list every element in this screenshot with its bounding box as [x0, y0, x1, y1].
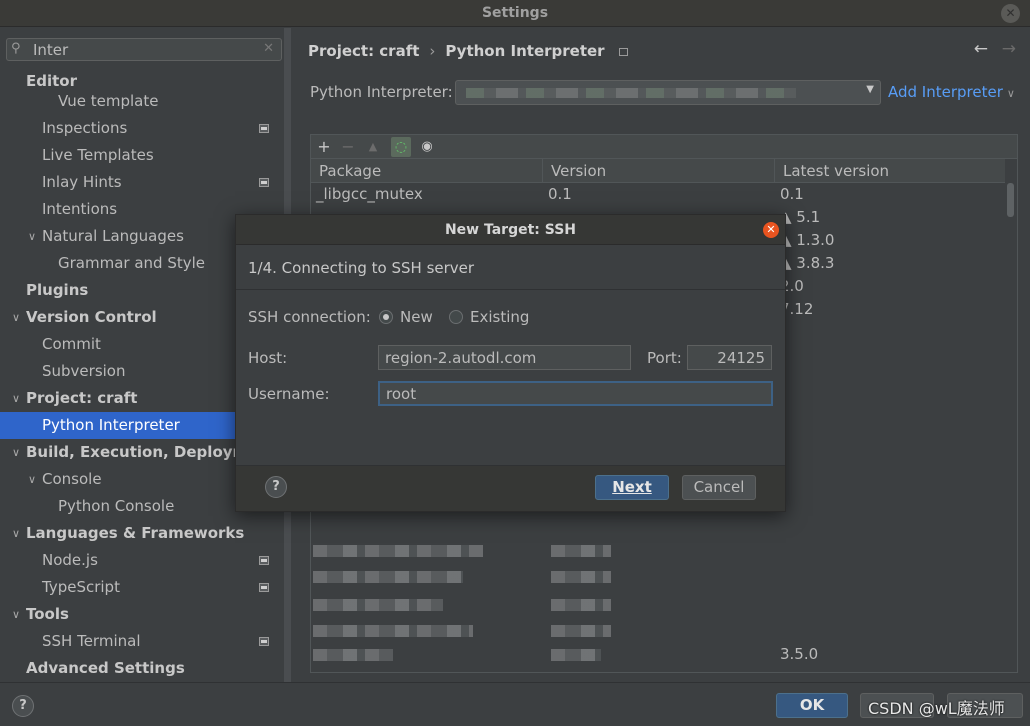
radio-new[interactable]	[379, 310, 393, 324]
redacted-package-name	[313, 625, 473, 637]
breadcrumb: Project: craft › Python Interpreter	[308, 40, 628, 62]
chevron-down-icon[interactable]: ∨	[25, 223, 39, 250]
project-scope-icon	[618, 47, 628, 56]
scrollbar-thumb[interactable]	[1007, 183, 1014, 217]
project-scope-icon	[259, 637, 269, 646]
chevron-down-icon[interactable]: ∨	[9, 304, 23, 331]
chevron-down-icon[interactable]: ∨	[9, 520, 23, 547]
radio-existing[interactable]	[449, 310, 463, 324]
cancel-button[interactable]: Cancel	[682, 475, 756, 500]
sidebar-item-vue-template[interactable]: Vue template	[0, 88, 285, 115]
redacted-package-version	[551, 599, 611, 611]
port-field[interactable]	[687, 345, 772, 370]
host-field[interactable]	[378, 345, 631, 370]
redacted-interpreter-path	[466, 88, 796, 98]
breadcrumb-separator: ›	[429, 42, 436, 60]
project-scope-icon	[259, 583, 269, 592]
sidebar-item-typescript[interactable]: TypeScript	[0, 574, 285, 601]
remove-package-icon[interactable]: −	[338, 137, 358, 157]
redacted-package-version	[551, 571, 611, 583]
new-target-ssh-dialog: New Target: SSH ✕ 1/4. Connecting to SSH…	[235, 214, 786, 512]
redacted-package-name	[313, 571, 463, 583]
column-header-version[interactable]: Version	[543, 159, 775, 183]
upgrade-package-icon[interactable]: ▲	[363, 137, 383, 157]
sidebar-item-languages-frameworks[interactable]: ∨ Languages & Frameworks	[0, 520, 285, 547]
redacted-package-name	[313, 545, 483, 557]
interpreter-label: Python Interpreter:	[310, 83, 453, 101]
sidebar-item-tools[interactable]: ∨ Tools	[0, 601, 285, 628]
redacted-package-version	[551, 625, 611, 637]
packages-toolbar: + − ▲ ◌ ◉	[310, 134, 1018, 158]
back-arrow-icon[interactable]: ←	[974, 39, 988, 59]
dialog-titlebar: New Target: SSH ✕	[236, 215, 785, 245]
dialog-divider	[236, 289, 785, 290]
sidebar-item-inlay-hints[interactable]: Inlay Hints	[0, 169, 285, 196]
dialog-close-icon[interactable]: ✕	[763, 222, 779, 238]
sidebar-item-advanced-settings[interactable]: Advanced Settings	[0, 655, 285, 682]
interpreter-select[interactable]: ▼	[455, 80, 881, 105]
packages-scrollbar[interactable]	[1005, 183, 1017, 672]
chevron-down-icon: ∨	[1006, 87, 1015, 100]
breadcrumb-current: Python Interpreter	[445, 42, 605, 60]
host-label: Host:	[248, 349, 288, 367]
search-input[interactable]	[33, 40, 263, 59]
show-eye-icon[interactable]: ◉	[417, 137, 437, 157]
username-field[interactable]	[378, 381, 773, 406]
redacted-package-name	[313, 599, 443, 611]
settings-footer: ? OK CSDN @wL魔法师	[0, 682, 1030, 726]
dialog-footer: ? Next Cancel	[236, 465, 785, 511]
dialog-title: New Target: SSH	[444, 222, 577, 238]
window-title: Settings	[481, 5, 549, 21]
dialog-step-heading: 1/4. Connecting to SSH server	[248, 259, 475, 277]
settings-search[interactable]: ⚲ ✕	[6, 38, 282, 61]
add-package-icon[interactable]: +	[314, 137, 334, 157]
ok-button[interactable]: OK	[776, 693, 848, 718]
breadcrumb-parent[interactable]: Project: craft	[308, 42, 419, 60]
help-icon[interactable]: ?	[12, 695, 34, 717]
sidebar-item-inspections[interactable]: Inspections	[0, 115, 285, 142]
clear-search-icon[interactable]: ✕	[263, 41, 274, 56]
redacted-package-version	[551, 545, 611, 557]
window-titlebar: Settings ✕	[0, 0, 1030, 27]
column-header-package[interactable]: Package	[311, 159, 543, 183]
chevron-down-icon[interactable]: ∨	[9, 439, 23, 466]
table-row[interactable]: 3.5.0	[311, 643, 1005, 666]
sidebar-item-ssh-terminal[interactable]: SSH Terminal	[0, 628, 285, 655]
sidebar-item-live-templates[interactable]: Live Templates	[0, 142, 285, 169]
radio-existing-label[interactable]: Existing	[470, 307, 529, 327]
chevron-down-icon[interactable]: ∨	[9, 601, 23, 628]
chevron-down-icon[interactable]: ∨	[9, 385, 23, 412]
port-label: Port:	[647, 349, 682, 367]
packages-table-header: Package Version Latest version	[311, 159, 1005, 183]
chevron-down-icon[interactable]: ∨	[25, 466, 39, 493]
search-icon: ⚲	[11, 41, 21, 56]
dropdown-arrow-icon[interactable]: ▼	[866, 84, 874, 95]
help-icon[interactable]: ?	[265, 476, 287, 498]
window-close-icon[interactable]: ✕	[1001, 4, 1020, 23]
forward-arrow-icon[interactable]: →	[1002, 39, 1016, 59]
sidebar-item-nodejs[interactable]: Node.js	[0, 547, 285, 574]
username-label: Username:	[248, 385, 330, 403]
project-scope-icon	[259, 178, 269, 187]
radio-new-label[interactable]: New	[400, 307, 433, 327]
next-button[interactable]: Next	[595, 475, 669, 500]
refresh-spinner-icon[interactable]: ◌	[391, 137, 411, 157]
table-row[interactable]: _libgcc_mutex 0.1 0.1	[311, 183, 1005, 206]
project-scope-icon	[259, 124, 269, 133]
column-header-latest-version[interactable]: Latest version	[775, 159, 1005, 183]
ssh-connection-label: SSH connection:	[248, 308, 371, 326]
watermark: CSDN @wL魔法师	[868, 699, 1005, 718]
add-interpreter-link[interactable]: Add Interpreter ∨	[888, 81, 1015, 105]
project-scope-icon	[259, 556, 269, 565]
